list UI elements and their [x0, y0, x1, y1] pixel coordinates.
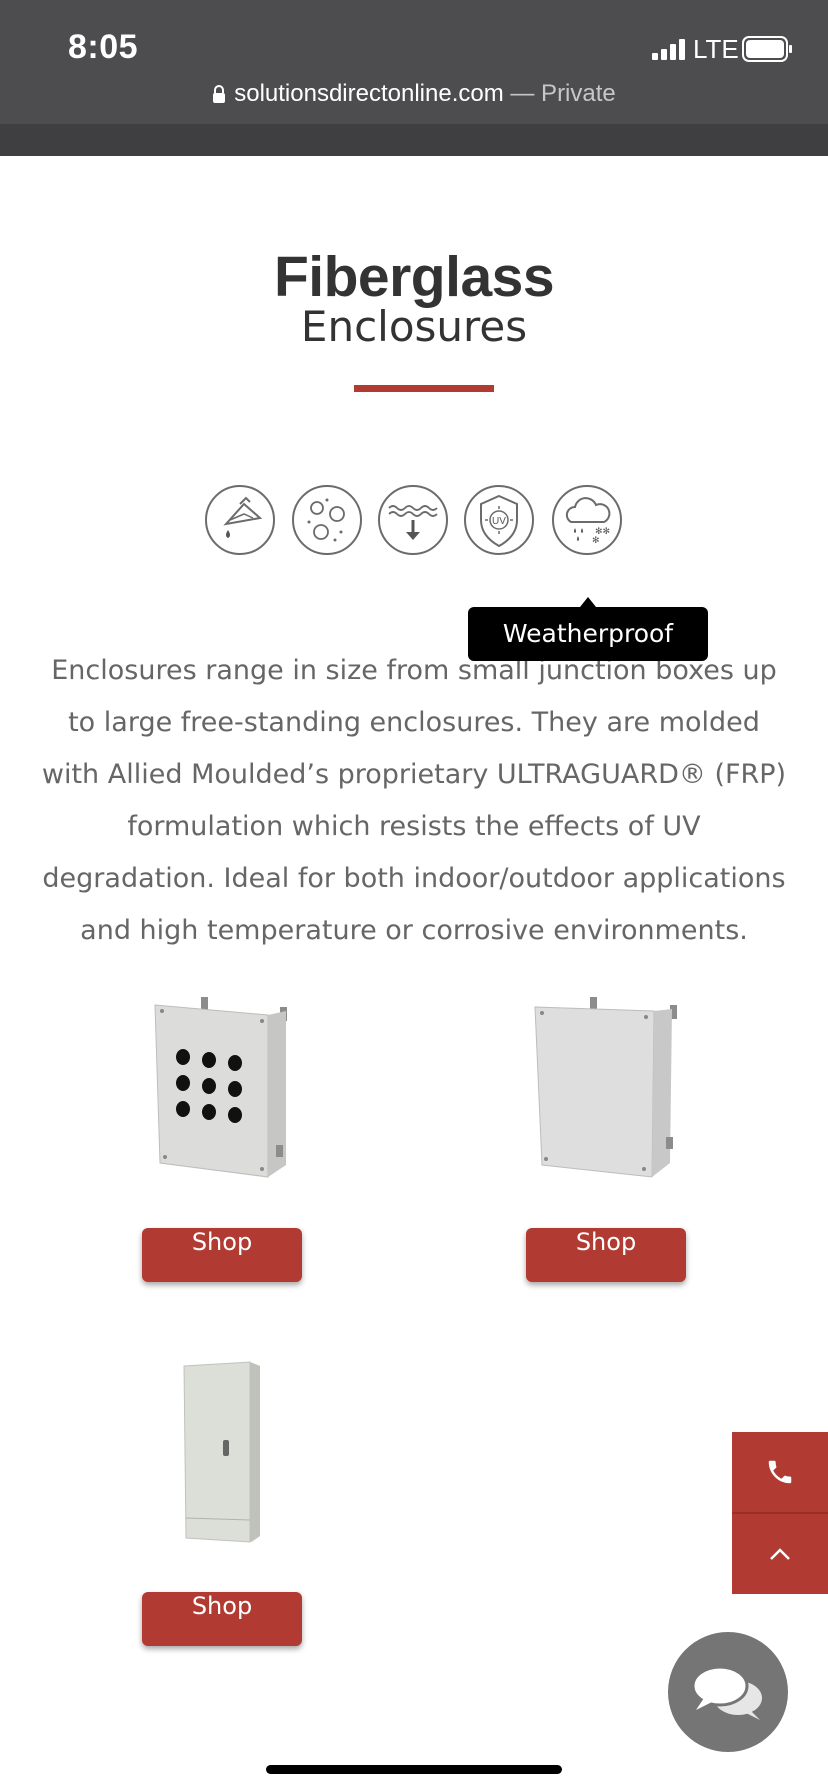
- product-image-hinged-enclosure[interactable]: [530, 995, 682, 1181]
- network-label: LTE: [693, 34, 739, 64]
- uv-resistant-icon[interactable]: UV: [463, 484, 535, 556]
- svg-text:✻: ✻: [592, 536, 600, 546]
- product-image-pushbutton-enclosure[interactable]: [150, 995, 296, 1181]
- battery-icon: [742, 36, 792, 62]
- url-private-label: — Private: [503, 80, 616, 107]
- browser-top-bar: 8:05 LTE solutionsdirectonline.com — Pri…: [0, 0, 828, 156]
- lock-icon: [213, 85, 226, 103]
- home-indicator: [266, 1765, 562, 1774]
- status-time: 8:05: [68, 28, 139, 66]
- page-title: Fiberglass: [273, 245, 555, 309]
- chemical-resistant-icon[interactable]: [204, 484, 276, 556]
- scroll-top-button[interactable]: [732, 1514, 828, 1594]
- shop-button-2[interactable]: Shop: [526, 1228, 686, 1282]
- water-submersion-icon[interactable]: [377, 484, 449, 556]
- description-text: Enclosures range in size from small junc…: [41, 655, 787, 946]
- shop-button-3[interactable]: Shop: [142, 1592, 302, 1646]
- page-subtitle: Enclosures: [300, 302, 528, 351]
- signal-icon: [652, 39, 685, 60]
- shop-button-1[interactable]: Shop: [142, 1228, 302, 1282]
- phone-icon: [768, 1460, 792, 1484]
- svg-text:UV: UV: [492, 516, 506, 527]
- url-bar[interactable]: solutionsdirectonline.com — Private: [0, 80, 828, 108]
- feature-tooltip: Weatherproof: [468, 597, 708, 661]
- weatherproof-icon[interactable]: ✻✻ ✻: [551, 484, 623, 556]
- title-underline: [354, 385, 494, 392]
- chat-button[interactable]: [668, 1632, 788, 1752]
- url-domain: solutionsdirectonline.com: [234, 80, 504, 107]
- chat-icon: [691, 1665, 762, 1720]
- product-image-floor-standing-enclosure[interactable]: [180, 1360, 266, 1544]
- call-button[interactable]: [732, 1432, 828, 1512]
- dust-resistant-icon[interactable]: [291, 484, 363, 556]
- chevron-up-icon: [770, 1548, 790, 1560]
- header-strip: [0, 124, 828, 156]
